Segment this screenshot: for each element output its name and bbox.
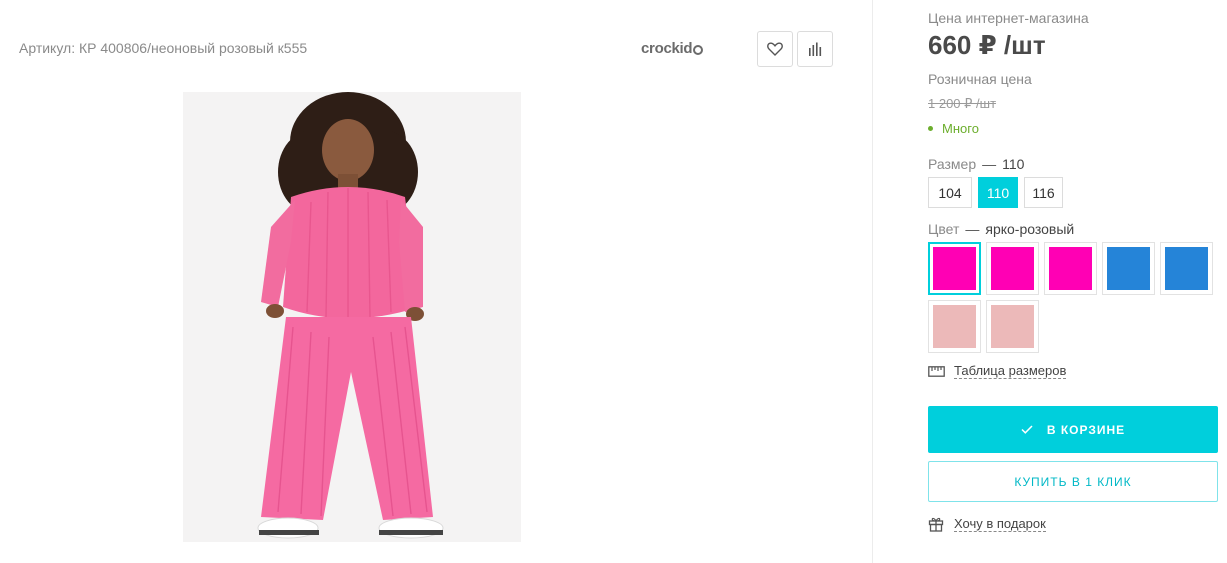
gift-text: Хочу в подарок (954, 516, 1046, 532)
color-swatch[interactable] (928, 242, 981, 295)
retail-price-label: Розничная цена (928, 71, 1032, 87)
color-label-text: Цвет (928, 221, 960, 237)
heart-icon (767, 42, 783, 56)
retail-price: 1 200 ₽ /шт (928, 96, 997, 111)
swatch-fill (933, 247, 976, 290)
stock-dot-icon (928, 126, 933, 131)
size-option-110[interactable]: 110 (978, 177, 1018, 208)
size-option-116[interactable]: 116 (1024, 177, 1063, 208)
swatch-fill (1107, 247, 1150, 290)
product-illustration (183, 92, 521, 542)
color-dash: — (965, 221, 980, 237)
swatch-fill (1165, 247, 1208, 290)
stock-status: Много (928, 121, 979, 136)
product-photo[interactable] (183, 92, 521, 542)
column-divider (872, 0, 873, 563)
color-swatch[interactable] (928, 300, 981, 353)
favorite-button[interactable] (757, 31, 793, 67)
in-cart-button[interactable]: В КОРЗИНЕ (928, 406, 1218, 453)
brand-logo[interactable]: crockid (641, 40, 704, 57)
in-cart-label: В КОРЗИНЕ (1046, 422, 1126, 437)
color-swatch[interactable] (986, 242, 1039, 295)
swatch-fill (933, 305, 976, 348)
color-selected-value: ярко-розовый (985, 221, 1075, 237)
gift-icon (928, 517, 944, 532)
size-dash: — (982, 156, 997, 172)
color-swatch[interactable] (986, 300, 1039, 353)
online-price: 660 ₽ /шт (928, 30, 1046, 60)
size-selected-value: 110 (1002, 156, 1025, 172)
size-label-text: Размер (928, 156, 977, 172)
color-label: Цвет — ярко-розовый (928, 221, 1074, 237)
size-table-link[interactable]: Таблица размеров (928, 363, 1067, 379)
swatch-fill (991, 247, 1034, 290)
compare-button[interactable] (797, 31, 833, 67)
color-options (928, 242, 1220, 353)
size-options: 104 110 116 (928, 177, 1063, 208)
size-table-text: Таблица размеров (954, 363, 1067, 379)
swatch-fill (1049, 247, 1092, 290)
stock-text: Много (942, 121, 979, 136)
swatch-fill (991, 305, 1034, 348)
color-swatch[interactable] (1160, 242, 1213, 295)
bar-chart-icon (809, 42, 822, 56)
gift-link[interactable]: Хочу в подарок (928, 516, 1046, 532)
check-icon (1021, 425, 1033, 434)
online-price-label: Цена интернет-магазина (928, 10, 1089, 26)
buy-one-click-button[interactable]: КУПИТЬ В 1 КЛИК (928, 461, 1218, 502)
color-swatch[interactable] (1044, 242, 1097, 295)
color-swatch[interactable] (1102, 242, 1155, 295)
ruler-icon (928, 365, 945, 377)
size-option-104[interactable]: 104 (928, 177, 972, 208)
article-number: Артикул: КР 400806/неоновый розовый к555 (19, 40, 308, 56)
brand-mark-icon (693, 44, 704, 55)
brand-name: crockid (641, 40, 693, 57)
size-label: Размер — 110 (928, 156, 1024, 172)
